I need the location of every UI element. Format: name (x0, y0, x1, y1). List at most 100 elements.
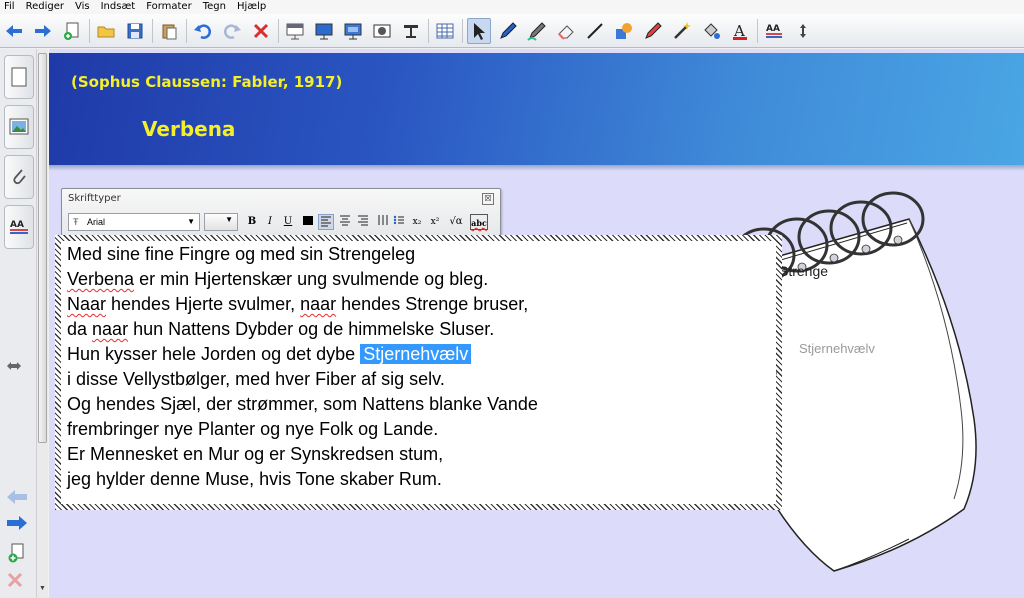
select-tool-button[interactable] (467, 17, 491, 44)
properties-button[interactable]: AA (762, 18, 786, 44)
toolbar-separator (89, 18, 90, 43)
page-title[interactable]: Verbena (142, 117, 235, 141)
font-toolbar-title: Skrifttyper (68, 193, 121, 204)
page-icon (11, 67, 27, 87)
italic-button[interactable]: I (264, 214, 276, 230)
fill-tool-button[interactable] (699, 18, 723, 44)
font-family-select[interactable]: Ŧ Arial ▼ (68, 213, 200, 231)
attachments-tab[interactable] (4, 155, 34, 199)
align-left-button[interactable] (318, 214, 334, 230)
previous-page-button[interactable] (6, 489, 28, 510)
font-color-button[interactable] (300, 214, 314, 230)
document-camera-button[interactable] (399, 18, 423, 44)
misspelled-word: naar (300, 294, 337, 314)
line-icon (587, 22, 603, 39)
pen-icon (500, 21, 517, 39)
poem-line[interactable]: Verbena er min Hjertenskær ung svulmende… (67, 268, 488, 290)
line-tool-button[interactable] (583, 18, 607, 44)
page-subtitle[interactable]: (Sophus Claussen: Fabler, 1917) (71, 73, 342, 91)
font-size-select[interactable]: ▼ (204, 213, 238, 231)
menu-formater[interactable]: Formater (146, 0, 192, 14)
next-page-button[interactable] (6, 515, 28, 536)
undo-button[interactable] (191, 18, 215, 44)
superscript-button[interactable]: x² (428, 214, 442, 230)
bold-button[interactable]: B (246, 214, 258, 230)
align-center-button[interactable] (338, 214, 352, 230)
shapes-tool-button[interactable] (612, 18, 636, 44)
spellcheck-button[interactable]: abc (470, 214, 488, 230)
table-button[interactable] (433, 18, 457, 44)
equation-button[interactable]: √α (448, 214, 464, 230)
line-text: frembringer nye Planter og nye Folk og L… (67, 419, 439, 439)
smart-notebook-window: Fil Rediger Vis Indsæt Formater Tegn Hjæ… (0, 0, 1024, 598)
properties-tab[interactable]: AA (4, 205, 34, 249)
menu-fil[interactable]: Fil (4, 0, 15, 14)
page-sorter-tab[interactable] (4, 55, 34, 99)
poem-line[interactable]: jeg hylder denne Muse, hvis Tone skaber … (67, 468, 442, 490)
creative-pen-icon (527, 21, 546, 41)
menu-vis[interactable]: Vis (75, 0, 90, 14)
poem-line[interactable]: Naar hendes Hjerte svulmer, naar hendes … (67, 293, 528, 315)
magic-wand-button[interactable] (670, 18, 694, 44)
poem-line[interactable]: Og hendes Sjæl, der strømmer, som Natten… (67, 393, 538, 415)
toolbar-separator (462, 18, 463, 43)
poem-line[interactable]: frembringer nye Planter og nye Folk og L… (67, 418, 438, 440)
text-color-icon: A (733, 22, 747, 40)
side-panel: AA ▼ (0, 49, 48, 598)
redo-button[interactable] (220, 18, 244, 44)
line-text: jeg hylder denne Muse, hvis Tone skaber … (67, 469, 442, 489)
poem-line[interactable]: da naar hun Nattens Dybder og de himmels… (67, 318, 494, 340)
delete-button[interactable] (249, 18, 273, 44)
text-color-button[interactable]: A (728, 18, 752, 44)
align-right-button[interactable] (356, 214, 370, 230)
screen-shade-icon (286, 23, 304, 39)
eraser-tool-button[interactable] (554, 18, 578, 44)
display-icon (315, 23, 333, 39)
menu-hjaelp[interactable]: Hjælp (237, 0, 266, 14)
line-text: i disse Vellystbølger, med hver Fiber af… (67, 369, 445, 389)
paperclip-icon (13, 169, 26, 185)
notepad-word-strenge[interactable]: Strenge (779, 263, 828, 279)
screen-shade-button[interactable] (283, 18, 307, 44)
menu-rediger[interactable]: Rediger (26, 0, 64, 14)
gallery-image-icon (9, 118, 29, 135)
shape-icon (616, 22, 632, 39)
full-screen-button[interactable] (312, 18, 336, 44)
subscript-button[interactable]: x₂ (410, 214, 424, 230)
close-icon[interactable]: ☒ (482, 193, 494, 205)
menu-tegn[interactable]: Tegn (203, 0, 226, 14)
transparent-background-button[interactable] (341, 18, 365, 44)
scroll-down-arrow-icon[interactable]: ▼ (39, 585, 46, 592)
poem-line[interactable]: i disse Vellystbølger, med hver Fiber af… (67, 368, 445, 390)
notepad-word-stjernehvaelv[interactable]: Stjernehvælv (799, 341, 875, 356)
menu-indsaet[interactable]: Indsæt (101, 0, 136, 14)
move-toolbar-button[interactable] (791, 18, 815, 44)
whiteboard-canvas[interactable]: (Sophus Claussen: Fabler, 1917) Verbena (49, 49, 1024, 598)
resize-panel-handle[interactable] (6, 359, 22, 377)
paste-button[interactable] (157, 18, 181, 44)
poem-textbox[interactable]: Med sine fine Fingre og med sin Strengel… (61, 241, 776, 504)
columns-button[interactable] (376, 214, 390, 230)
poem-line[interactable]: Er Mennesket en Mur og er Synskredsen st… (67, 443, 443, 465)
creative-pen-button[interactable] (525, 18, 549, 44)
columns-icon (378, 215, 388, 225)
screen-capture-button[interactable] (370, 18, 394, 44)
magic-pen-button[interactable] (641, 18, 665, 44)
scrollbar-thumb[interactable] (38, 53, 47, 443)
properties-icon: AA (766, 24, 782, 38)
side-panel-scrollbar[interactable]: ▼ (36, 49, 48, 598)
save-button[interactable] (123, 18, 147, 44)
poem-line[interactable]: Hun kysser hele Jorden og det dybe Stjer… (67, 343, 472, 365)
title-banner: (Sophus Claussen: Fabler, 1917) Verbena (49, 53, 1024, 171)
open-button[interactable] (94, 18, 118, 44)
pen-tool-button[interactable] (496, 18, 520, 44)
forward-button[interactable] (31, 18, 55, 44)
delete-page-button[interactable] (6, 571, 24, 594)
back-button[interactable] (2, 18, 26, 44)
underline-button[interactable]: U (282, 214, 294, 230)
poem-line[interactable]: Med sine fine Fingre og med sin Strengel… (67, 243, 415, 265)
bullets-button[interactable] (392, 214, 406, 230)
add-page-button[interactable] (60, 18, 84, 44)
add-page-side-button[interactable] (6, 543, 26, 568)
gallery-tab[interactable] (4, 105, 34, 149)
